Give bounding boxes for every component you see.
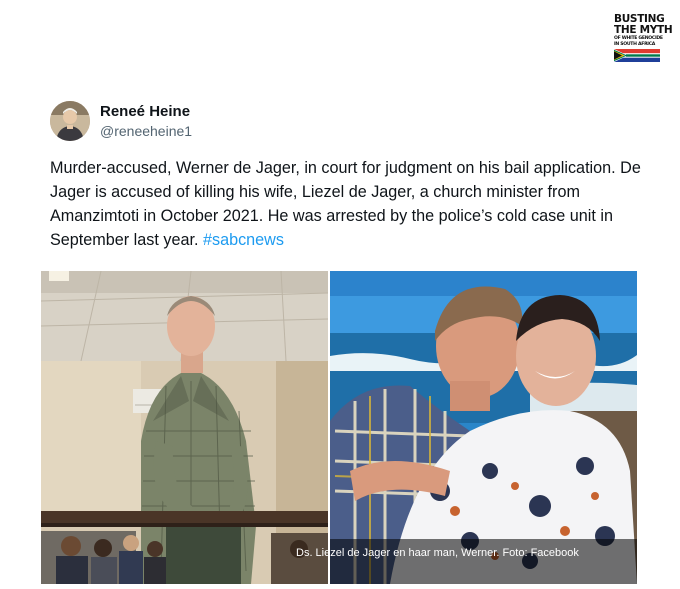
logo-line-2: THE MYTH xyxy=(614,24,673,36)
tweet-body: Murder-accused, Werner de Jager, in cour… xyxy=(50,159,641,249)
author-name[interactable]: Reneé Heine xyxy=(100,103,190,120)
courtroom-photo[interactable] xyxy=(41,271,328,584)
author-handle[interactable]: @reneeheine1 xyxy=(100,123,192,139)
logo-line-4: IN SOUTH AFRICA xyxy=(614,41,656,47)
avatar-photo xyxy=(50,101,90,141)
busting-the-myth-logo: BUSTING THE MYTH OF WHITE GENOCIDE IN SO… xyxy=(614,14,673,70)
author-avatar[interactable] xyxy=(50,101,90,141)
photo-caption: Ds. Liezel de Jager en haar man, Werner.… xyxy=(296,547,579,559)
tweet-media[interactable] xyxy=(41,271,637,584)
tweet-text: Murder-accused, Werner de Jager, in cour… xyxy=(50,156,650,252)
couple-beach-photo[interactable] xyxy=(330,271,637,584)
logo-line-3: OF WHITE GENOCIDE xyxy=(614,36,663,41)
south-africa-flag-icon xyxy=(614,49,660,62)
hashtag-link[interactable]: #sabcnews xyxy=(203,231,284,249)
